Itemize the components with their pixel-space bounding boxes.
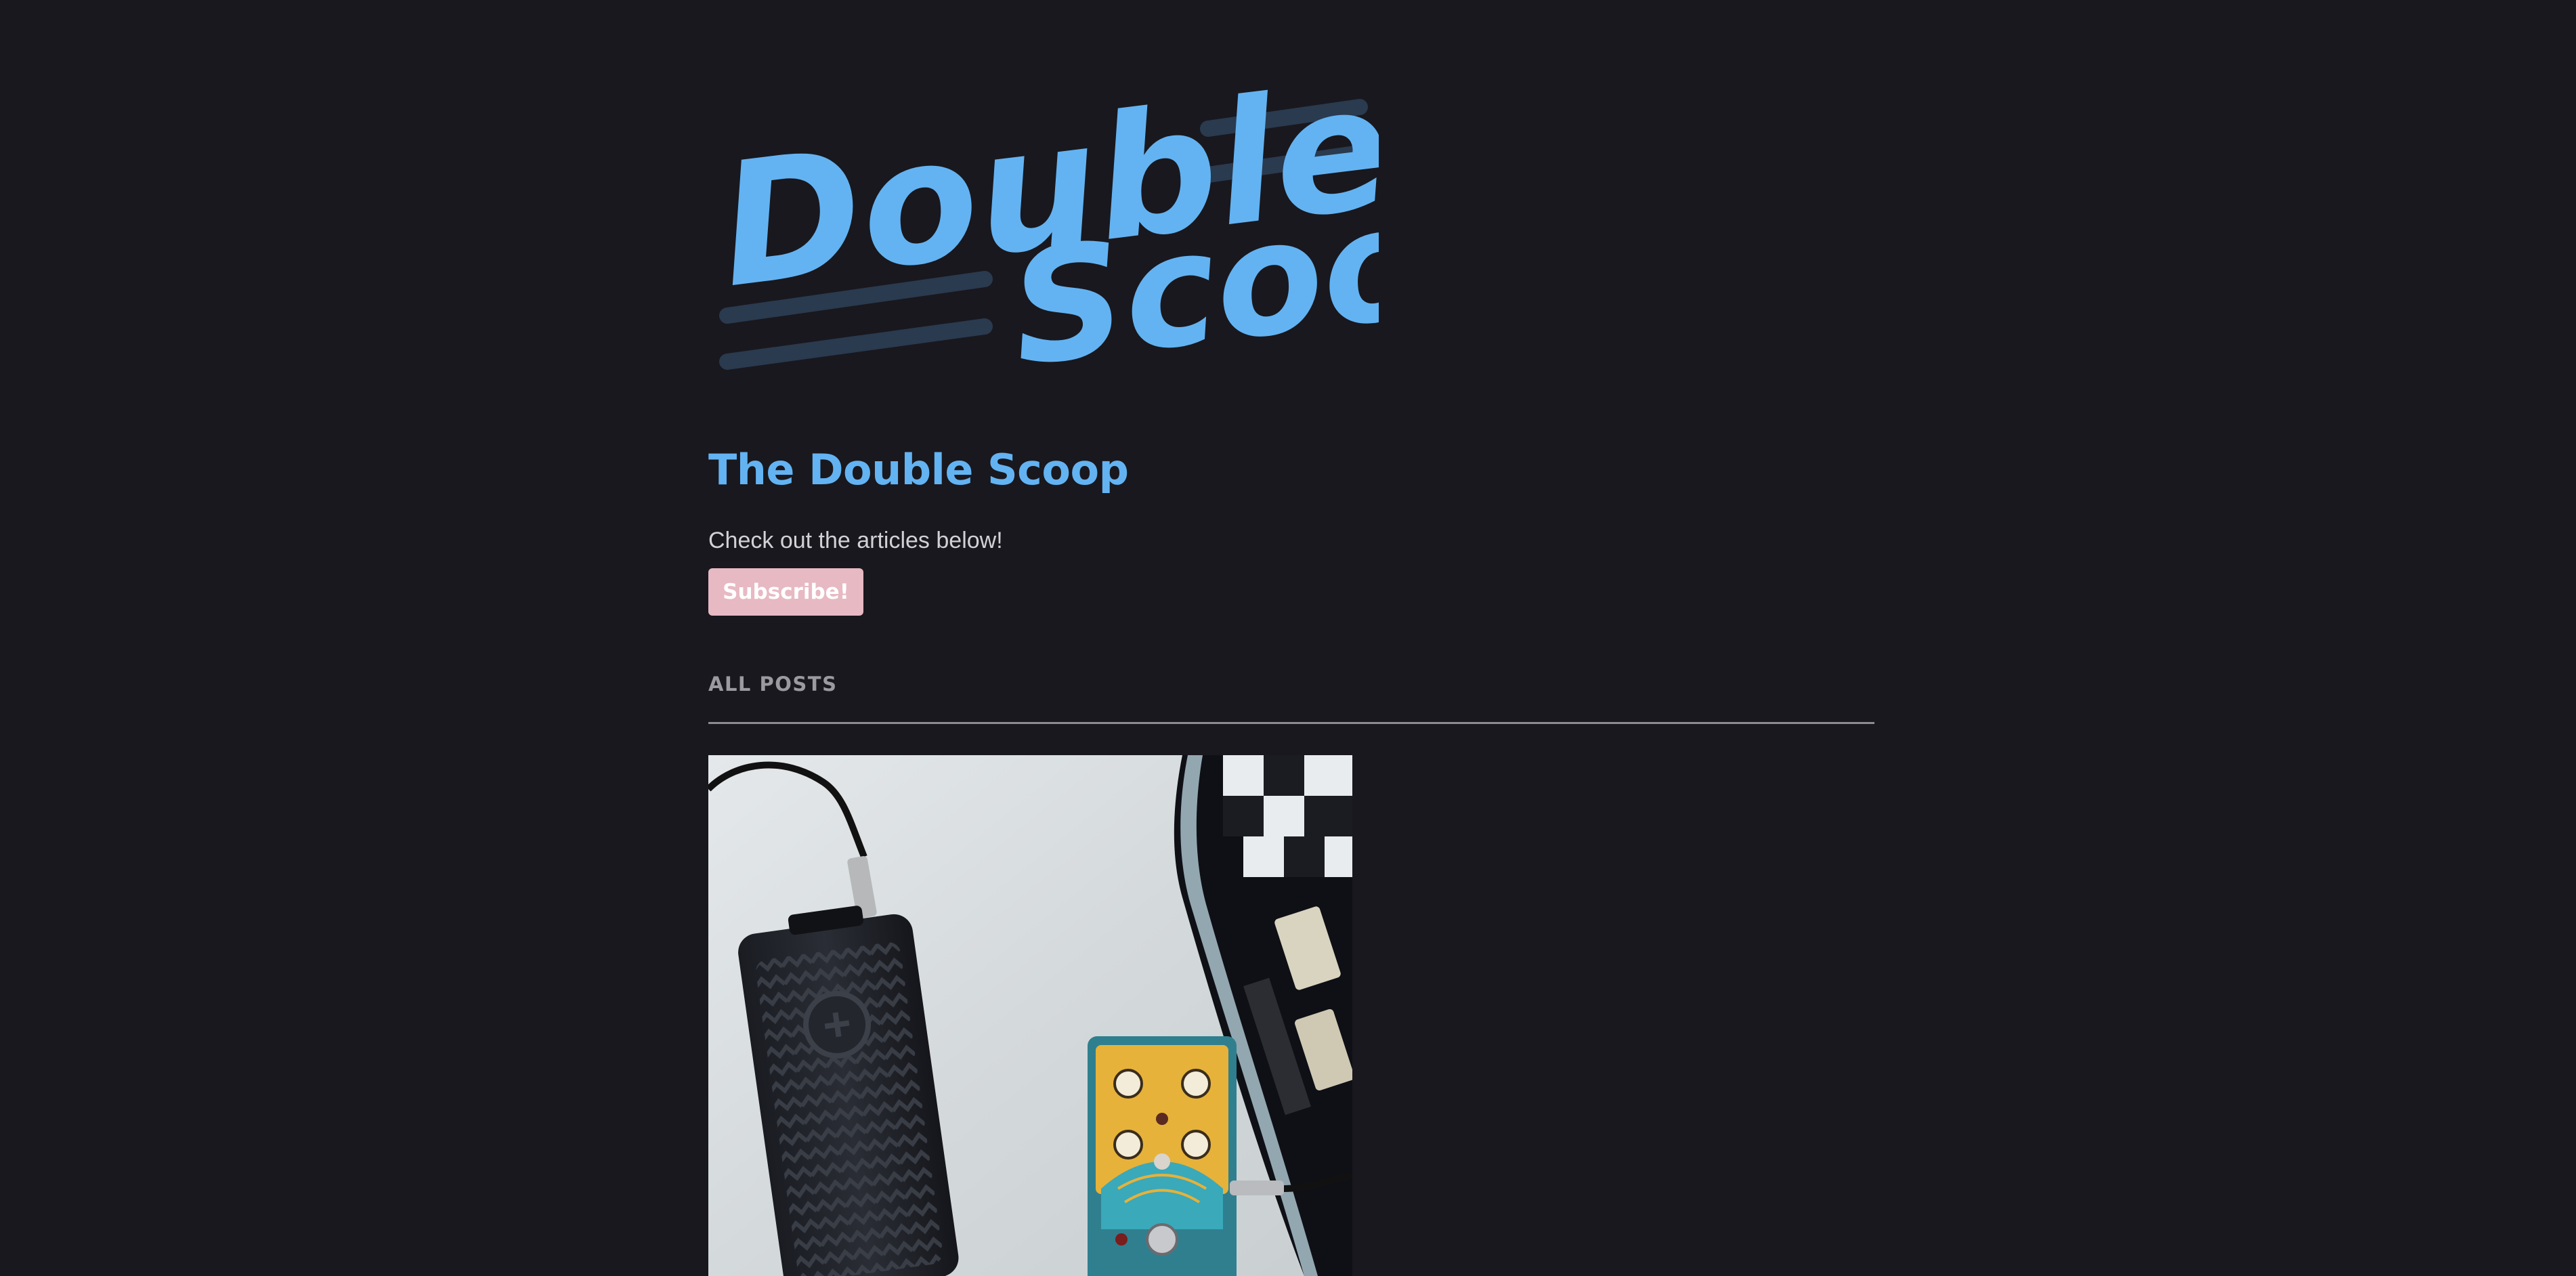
post-card[interactable] [708, 755, 1352, 1276]
post-thumbnail-image [708, 755, 1352, 1276]
publication-tagline: Check out the articles below! [708, 528, 1003, 553]
subscribe-button[interactable]: Subscribe! [708, 568, 863, 616]
publication-logo[interactable]: Double Scoop [708, 46, 1379, 385]
section-divider [708, 722, 1874, 724]
all-posts-heading: ALL POSTS [708, 673, 838, 696]
logo-image: Double Scoop [710, 48, 1379, 385]
page-container: Double Scoop The Double Scoop Check out … [708, 0, 1874, 1276]
publication-title[interactable]: The Double Scoop [708, 439, 1129, 501]
